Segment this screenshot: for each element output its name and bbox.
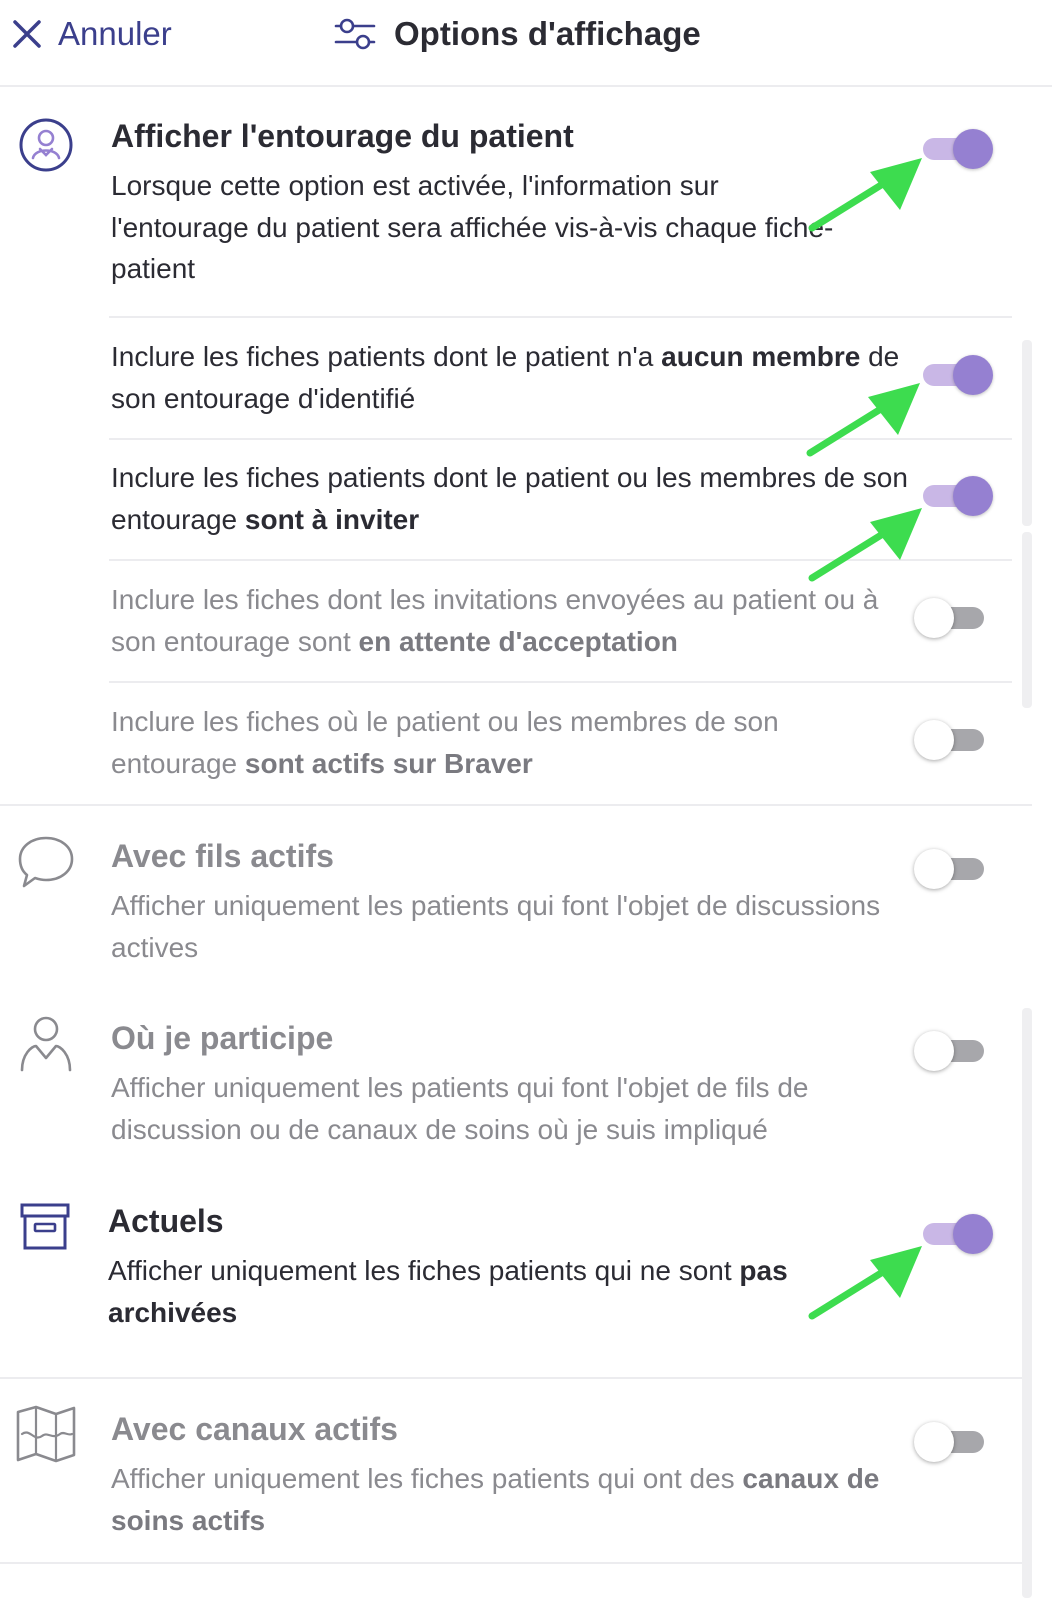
page-title: Options d'affichage (394, 15, 701, 52)
annotation-arrow-icon (806, 383, 920, 457)
sub-option-text: Inclure les fiches patients dont le pati… (111, 341, 900, 414)
actuels-description: Afficher uniquement les fiches patients … (108, 1255, 788, 1328)
scrollbar-track[interactable] (1022, 340, 1032, 526)
canaux-actifs-title: Avec canaux actifs (111, 1411, 398, 1447)
user-circle-icon (19, 118, 73, 172)
entourage-title: Afficher l'entourage du patient (111, 118, 574, 154)
divider (109, 681, 1012, 683)
sub-option-text: Inclure les fiches dont les invitations … (111, 584, 879, 657)
header-bar: Annuler Options d'affichage (0, 0, 1052, 87)
section-divider (0, 804, 1032, 806)
cancel-button[interactable]: Annuler (10, 14, 172, 54)
section-divider (0, 1562, 1032, 1564)
close-icon (13, 20, 41, 48)
actifs-braver-toggle[interactable] (914, 720, 990, 760)
section-divider (0, 1377, 1032, 1379)
actuels-title: Actuels (108, 1203, 224, 1239)
annotation-arrow-icon (808, 508, 922, 582)
sub-option-text: Inclure les fiches patients dont le pati… (111, 462, 908, 535)
person-icon (20, 1016, 72, 1072)
cancel-label: Annuler (58, 15, 172, 52)
entourage-description: Lorsque cette option est activée, l'info… (111, 170, 834, 284)
scrollbar-track[interactable] (1022, 1008, 1032, 1598)
annotation-arrow-icon (808, 1246, 922, 1320)
canaux-actifs-toggle[interactable] (914, 1422, 990, 1462)
archive-box-icon (20, 1203, 70, 1250)
speech-bubble-icon (18, 836, 74, 888)
fils-actifs-title: Avec fils actifs (111, 838, 334, 874)
sub-option-text: Inclure les fiches où le patient ou les … (111, 706, 779, 779)
scrollbar-track[interactable] (1022, 532, 1032, 708)
participe-title: Où je participe (111, 1020, 334, 1056)
annotation-arrow-icon (808, 158, 922, 232)
map-icon (16, 1405, 76, 1463)
header-title-group: Options d'affichage (334, 14, 701, 54)
fils-actifs-description: Afficher uniquement les patients qui fon… (111, 890, 881, 963)
participe-toggle[interactable] (914, 1031, 990, 1071)
canaux-actifs-description: Afficher uniquement les fiches patients … (111, 1463, 880, 1536)
divider (109, 316, 1012, 318)
participe-description: Afficher uniquement les patients qui fon… (111, 1072, 809, 1145)
sliders-icon (334, 18, 376, 50)
fils-actifs-toggle[interactable] (914, 849, 990, 889)
